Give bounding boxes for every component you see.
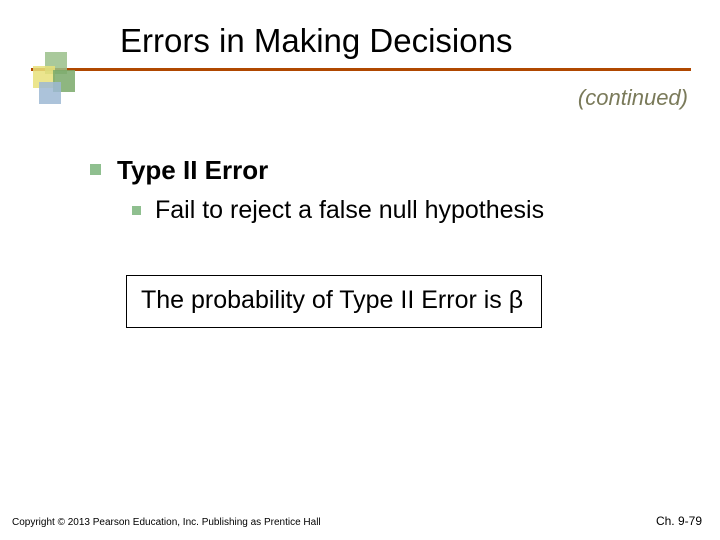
logo-icon	[33, 52, 91, 110]
title-underline	[31, 68, 691, 71]
body-content: Type II Error Fail to reject a false nul…	[90, 155, 680, 225]
list-item: Type II Error	[90, 155, 680, 186]
slide: Errors in Making Decisions (continued) T…	[0, 0, 720, 540]
bullet-lvl1-text: Type II Error	[117, 155, 268, 186]
square-bullet-icon	[132, 206, 141, 215]
list-item: Fail to reject a false null hypothesis	[132, 196, 680, 225]
slide-title: Errors in Making Decisions	[120, 22, 512, 60]
square-bullet-icon	[90, 164, 101, 175]
bullet-lvl2-text: Fail to reject a false null hypothesis	[155, 196, 544, 225]
copyright-text: Copyright © 2013 Pearson Education, Inc.…	[12, 517, 321, 528]
page-number: Ch. 9-79	[656, 514, 702, 528]
continued-label: (continued)	[578, 85, 688, 111]
probability-box: The probability of Type II Error is β	[126, 275, 542, 328]
